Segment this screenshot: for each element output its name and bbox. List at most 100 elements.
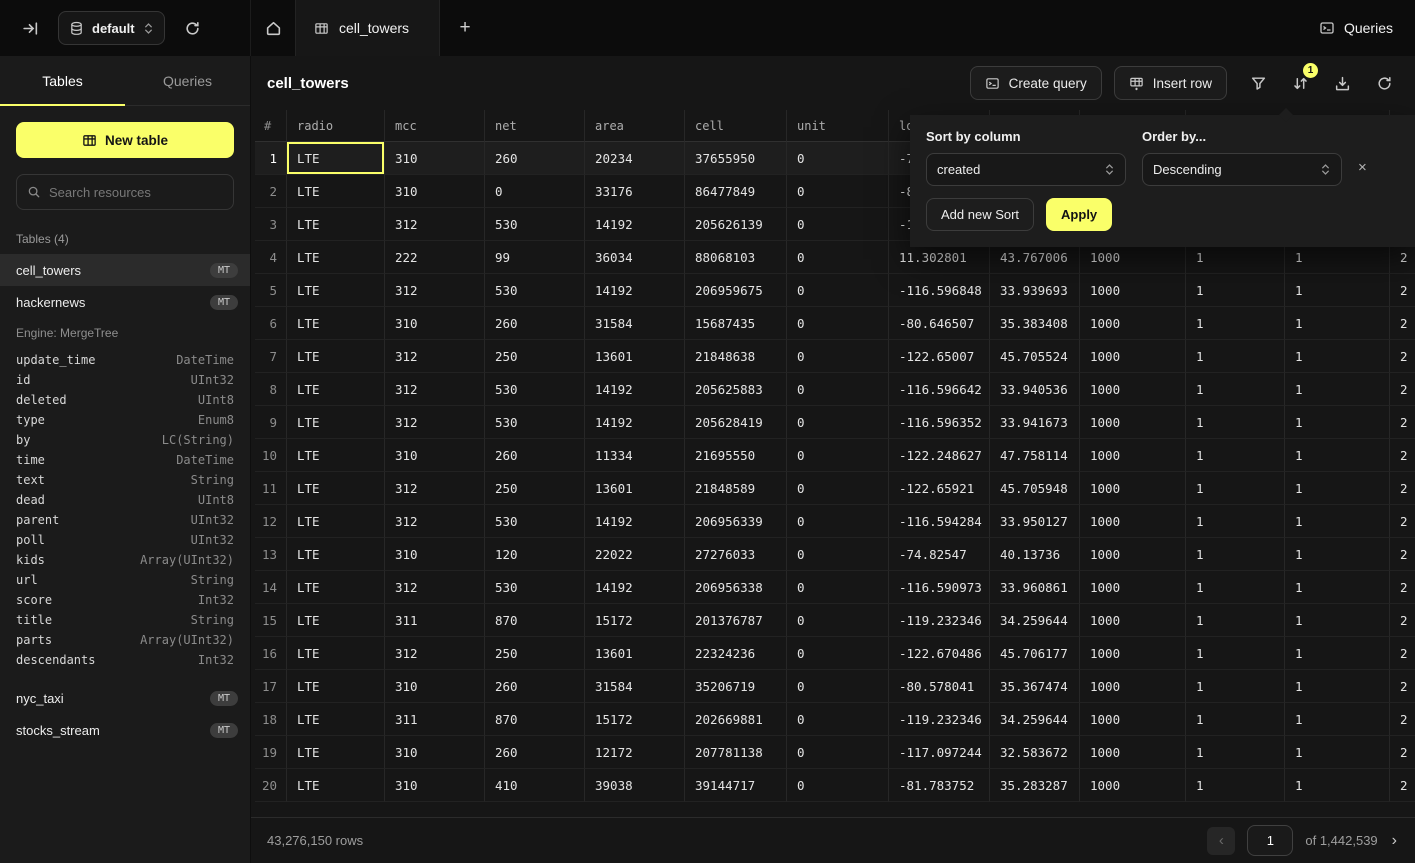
cell[interactable]: 45.705948 bbox=[990, 472, 1080, 505]
cell[interactable]: 530 bbox=[485, 274, 585, 307]
sidebar-tab-tables[interactable]: Tables bbox=[0, 56, 125, 105]
cell[interactable]: 1000 bbox=[1080, 703, 1186, 736]
cell[interactable]: 310 bbox=[385, 142, 485, 175]
cell[interactable]: 312 bbox=[385, 571, 485, 604]
cell[interactable]: 0 bbox=[787, 274, 889, 307]
row-number[interactable]: 1 bbox=[255, 142, 287, 175]
cell[interactable]: 1 bbox=[1186, 472, 1285, 505]
cell[interactable]: 1 bbox=[1186, 274, 1285, 307]
cell[interactable]: 1 bbox=[1186, 670, 1285, 703]
cell[interactable]: 312 bbox=[385, 406, 485, 439]
cell[interactable]: 36034 bbox=[585, 241, 685, 274]
cell[interactable]: 310 bbox=[385, 736, 485, 769]
database-selector[interactable]: default bbox=[58, 11, 165, 45]
row-number[interactable]: 7 bbox=[255, 340, 287, 373]
cell[interactable]: 1000 bbox=[1080, 505, 1186, 538]
cell[interactable]: -122.248627 bbox=[889, 439, 990, 472]
row-number[interactable]: 3 bbox=[255, 208, 287, 241]
cell[interactable]: 1000 bbox=[1080, 670, 1186, 703]
cell[interactable]: 1 bbox=[1285, 439, 1390, 472]
cell[interactable]: 40.13736 bbox=[990, 538, 1080, 571]
cell[interactable]: 260 bbox=[485, 736, 585, 769]
cell[interactable]: 312 bbox=[385, 637, 485, 670]
cell[interactable]: 99 bbox=[485, 241, 585, 274]
cell[interactable]: LTE bbox=[287, 703, 385, 736]
cell[interactable]: 1000 bbox=[1080, 538, 1186, 571]
cell[interactable]: 88068103 bbox=[685, 241, 787, 274]
cell[interactable]: 310 bbox=[385, 769, 485, 802]
cell[interactable]: 35.383408 bbox=[990, 307, 1080, 340]
cell[interactable]: 0 bbox=[787, 208, 889, 241]
cell[interactable]: 2 bbox=[1390, 604, 1415, 637]
cell[interactable]: 205625883 bbox=[685, 373, 787, 406]
cell[interactable]: 0 bbox=[787, 703, 889, 736]
cell[interactable]: 1 bbox=[1285, 571, 1390, 604]
cell[interactable]: 15172 bbox=[585, 604, 685, 637]
cell[interactable]: 530 bbox=[485, 571, 585, 604]
cell[interactable]: 310 bbox=[385, 307, 485, 340]
cell[interactable]: 206956339 bbox=[685, 505, 787, 538]
row-number[interactable]: 9 bbox=[255, 406, 287, 439]
cell[interactable]: LTE bbox=[287, 241, 385, 274]
row-number[interactable]: 12 bbox=[255, 505, 287, 538]
reload-table-icon[interactable] bbox=[1369, 68, 1399, 98]
tab-cell-towers[interactable]: cell_towers bbox=[295, 0, 440, 56]
cell[interactable]: 2 bbox=[1390, 670, 1415, 703]
cell[interactable]: 1 bbox=[1186, 571, 1285, 604]
insert-row-button[interactable]: Insert row bbox=[1114, 66, 1227, 100]
cell[interactable]: 11334 bbox=[585, 439, 685, 472]
cell[interactable]: LTE bbox=[287, 406, 385, 439]
cell[interactable]: -116.596848 bbox=[889, 274, 990, 307]
row-number[interactable]: 2 bbox=[255, 175, 287, 208]
column-header[interactable]: # bbox=[255, 110, 287, 142]
refresh-database-icon[interactable] bbox=[177, 12, 209, 44]
cell[interactable]: LTE bbox=[287, 307, 385, 340]
cell[interactable]: 250 bbox=[485, 472, 585, 505]
cell[interactable]: 35206719 bbox=[685, 670, 787, 703]
cell[interactable]: 1 bbox=[1285, 340, 1390, 373]
row-number[interactable]: 14 bbox=[255, 571, 287, 604]
cell[interactable]: 260 bbox=[485, 439, 585, 472]
cell[interactable]: 14192 bbox=[585, 208, 685, 241]
cell[interactable]: -116.594284 bbox=[889, 505, 990, 538]
cell[interactable]: 14192 bbox=[585, 571, 685, 604]
cell[interactable]: LTE bbox=[287, 769, 385, 802]
cell[interactable]: 2 bbox=[1390, 637, 1415, 670]
cell[interactable]: 1 bbox=[1186, 373, 1285, 406]
cell[interactable]: 2 bbox=[1390, 406, 1415, 439]
next-page-icon[interactable]: › bbox=[1390, 832, 1399, 850]
cell[interactable]: 1 bbox=[1186, 736, 1285, 769]
cell[interactable]: 0 bbox=[787, 538, 889, 571]
cell[interactable]: 310 bbox=[385, 439, 485, 472]
cell[interactable]: 311 bbox=[385, 703, 485, 736]
home-tab-icon[interactable] bbox=[251, 0, 295, 56]
cell[interactable]: 20234 bbox=[585, 142, 685, 175]
cell[interactable]: LTE bbox=[287, 505, 385, 538]
add-sort-button[interactable]: Add new Sort bbox=[926, 198, 1034, 231]
row-number[interactable]: 5 bbox=[255, 274, 287, 307]
cell[interactable]: 0 bbox=[787, 406, 889, 439]
cell[interactable]: 1 bbox=[1186, 637, 1285, 670]
cell[interactable]: 312 bbox=[385, 274, 485, 307]
cell[interactable]: LTE bbox=[287, 637, 385, 670]
cell[interactable]: 12172 bbox=[585, 736, 685, 769]
cell[interactable]: LTE bbox=[287, 736, 385, 769]
cell[interactable]: 2 bbox=[1390, 340, 1415, 373]
cell[interactable]: LTE bbox=[287, 439, 385, 472]
cell[interactable]: 34.259644 bbox=[990, 604, 1080, 637]
column-header[interactable]: area bbox=[585, 110, 685, 142]
cell[interactable]: 1 bbox=[1186, 439, 1285, 472]
cell[interactable]: 1000 bbox=[1080, 472, 1186, 505]
cell[interactable]: 33.939693 bbox=[990, 274, 1080, 307]
cell[interactable]: 45.705524 bbox=[990, 340, 1080, 373]
cell[interactable]: 27276033 bbox=[685, 538, 787, 571]
cell[interactable]: 15687435 bbox=[685, 307, 787, 340]
cell[interactable]: 310 bbox=[385, 538, 485, 571]
cell[interactable]: 1 bbox=[1285, 538, 1390, 571]
search-input[interactable] bbox=[49, 185, 225, 200]
cell[interactable]: 530 bbox=[485, 406, 585, 439]
cell[interactable]: 34.259644 bbox=[990, 703, 1080, 736]
cell[interactable]: 39144717 bbox=[685, 769, 787, 802]
cell[interactable]: 0 bbox=[787, 373, 889, 406]
cell[interactable]: 2 bbox=[1390, 472, 1415, 505]
